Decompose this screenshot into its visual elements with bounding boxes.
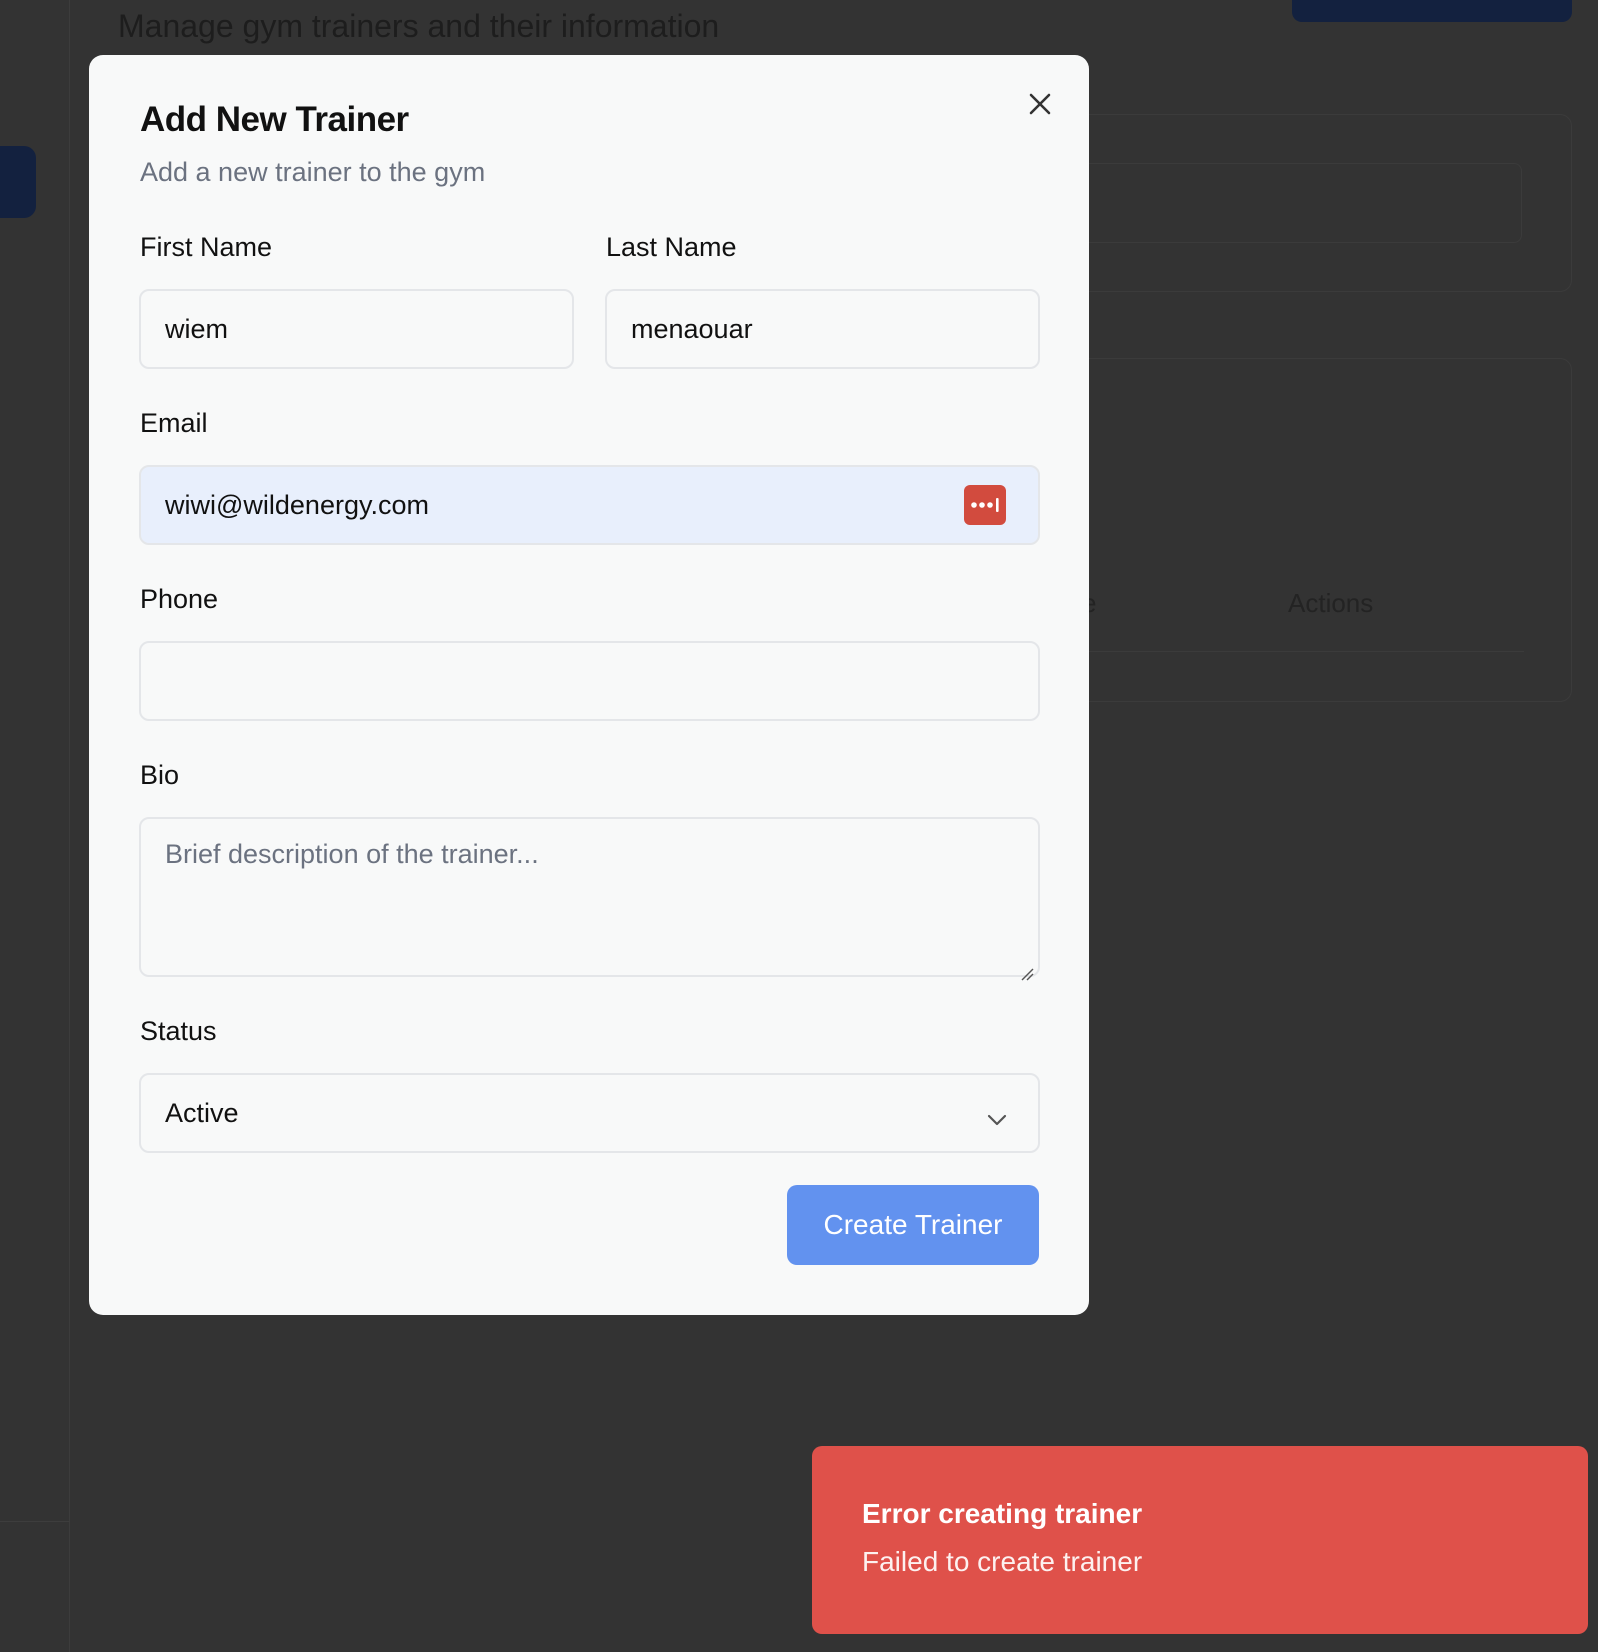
first-name-label: First Name: [140, 232, 273, 262]
phone-input[interactable]: [139, 641, 1040, 721]
last-name-label: Last Name: [606, 232, 737, 262]
toast-message: Failed to create trainer: [862, 1546, 1143, 1577]
close-icon[interactable]: [1026, 90, 1054, 118]
status-selected-value: Active: [165, 1097, 239, 1128]
resize-handle-icon[interactable]: [1020, 957, 1034, 981]
password-manager-icon[interactable]: [964, 485, 1006, 525]
add-trainer-page-button: [1292, 0, 1572, 22]
table-header-divider: [1050, 651, 1524, 652]
sidebar-background: [0, 0, 70, 1652]
bio-label: Bio: [140, 760, 180, 790]
status-select[interactable]: Active: [139, 1073, 1040, 1153]
background-search-input: [1050, 163, 1522, 243]
dialog-description: Add a new trainer to the gym: [140, 157, 486, 187]
error-toast[interactable]: Error creating trainer Failed to create …: [812, 1446, 1588, 1634]
create-trainer-button[interactable]: Create Trainer: [787, 1185, 1039, 1265]
last-name-value: menaouar: [631, 313, 753, 344]
bio-placeholder: Brief description of the trainer...: [165, 839, 539, 869]
toast-title: Error creating trainer: [862, 1498, 1143, 1529]
sidebar-divider: [0, 1521, 70, 1522]
table-header-actions: Actions: [1288, 588, 1374, 618]
status-label: Status: [140, 1016, 217, 1046]
page-subtitle: Manage gym trainers and their informatio…: [118, 8, 720, 44]
dialog-title: Add New Trainer: [140, 100, 409, 139]
email-label: Email: [140, 408, 208, 438]
chevron-down-icon: [986, 1103, 1008, 1126]
email-input[interactable]: wiwi@wildenergy.com: [139, 465, 1040, 545]
last-name-input[interactable]: menaouar: [605, 289, 1040, 369]
first-name-value: wiem: [165, 313, 229, 344]
bio-textarea[interactable]: Brief description of the trainer...: [139, 817, 1040, 981]
email-value: wiwi@wildenergy.com: [165, 489, 429, 520]
phone-label: Phone: [140, 584, 219, 614]
first-name-input[interactable]: wiem: [139, 289, 574, 369]
sidebar-active-item: [0, 146, 36, 218]
